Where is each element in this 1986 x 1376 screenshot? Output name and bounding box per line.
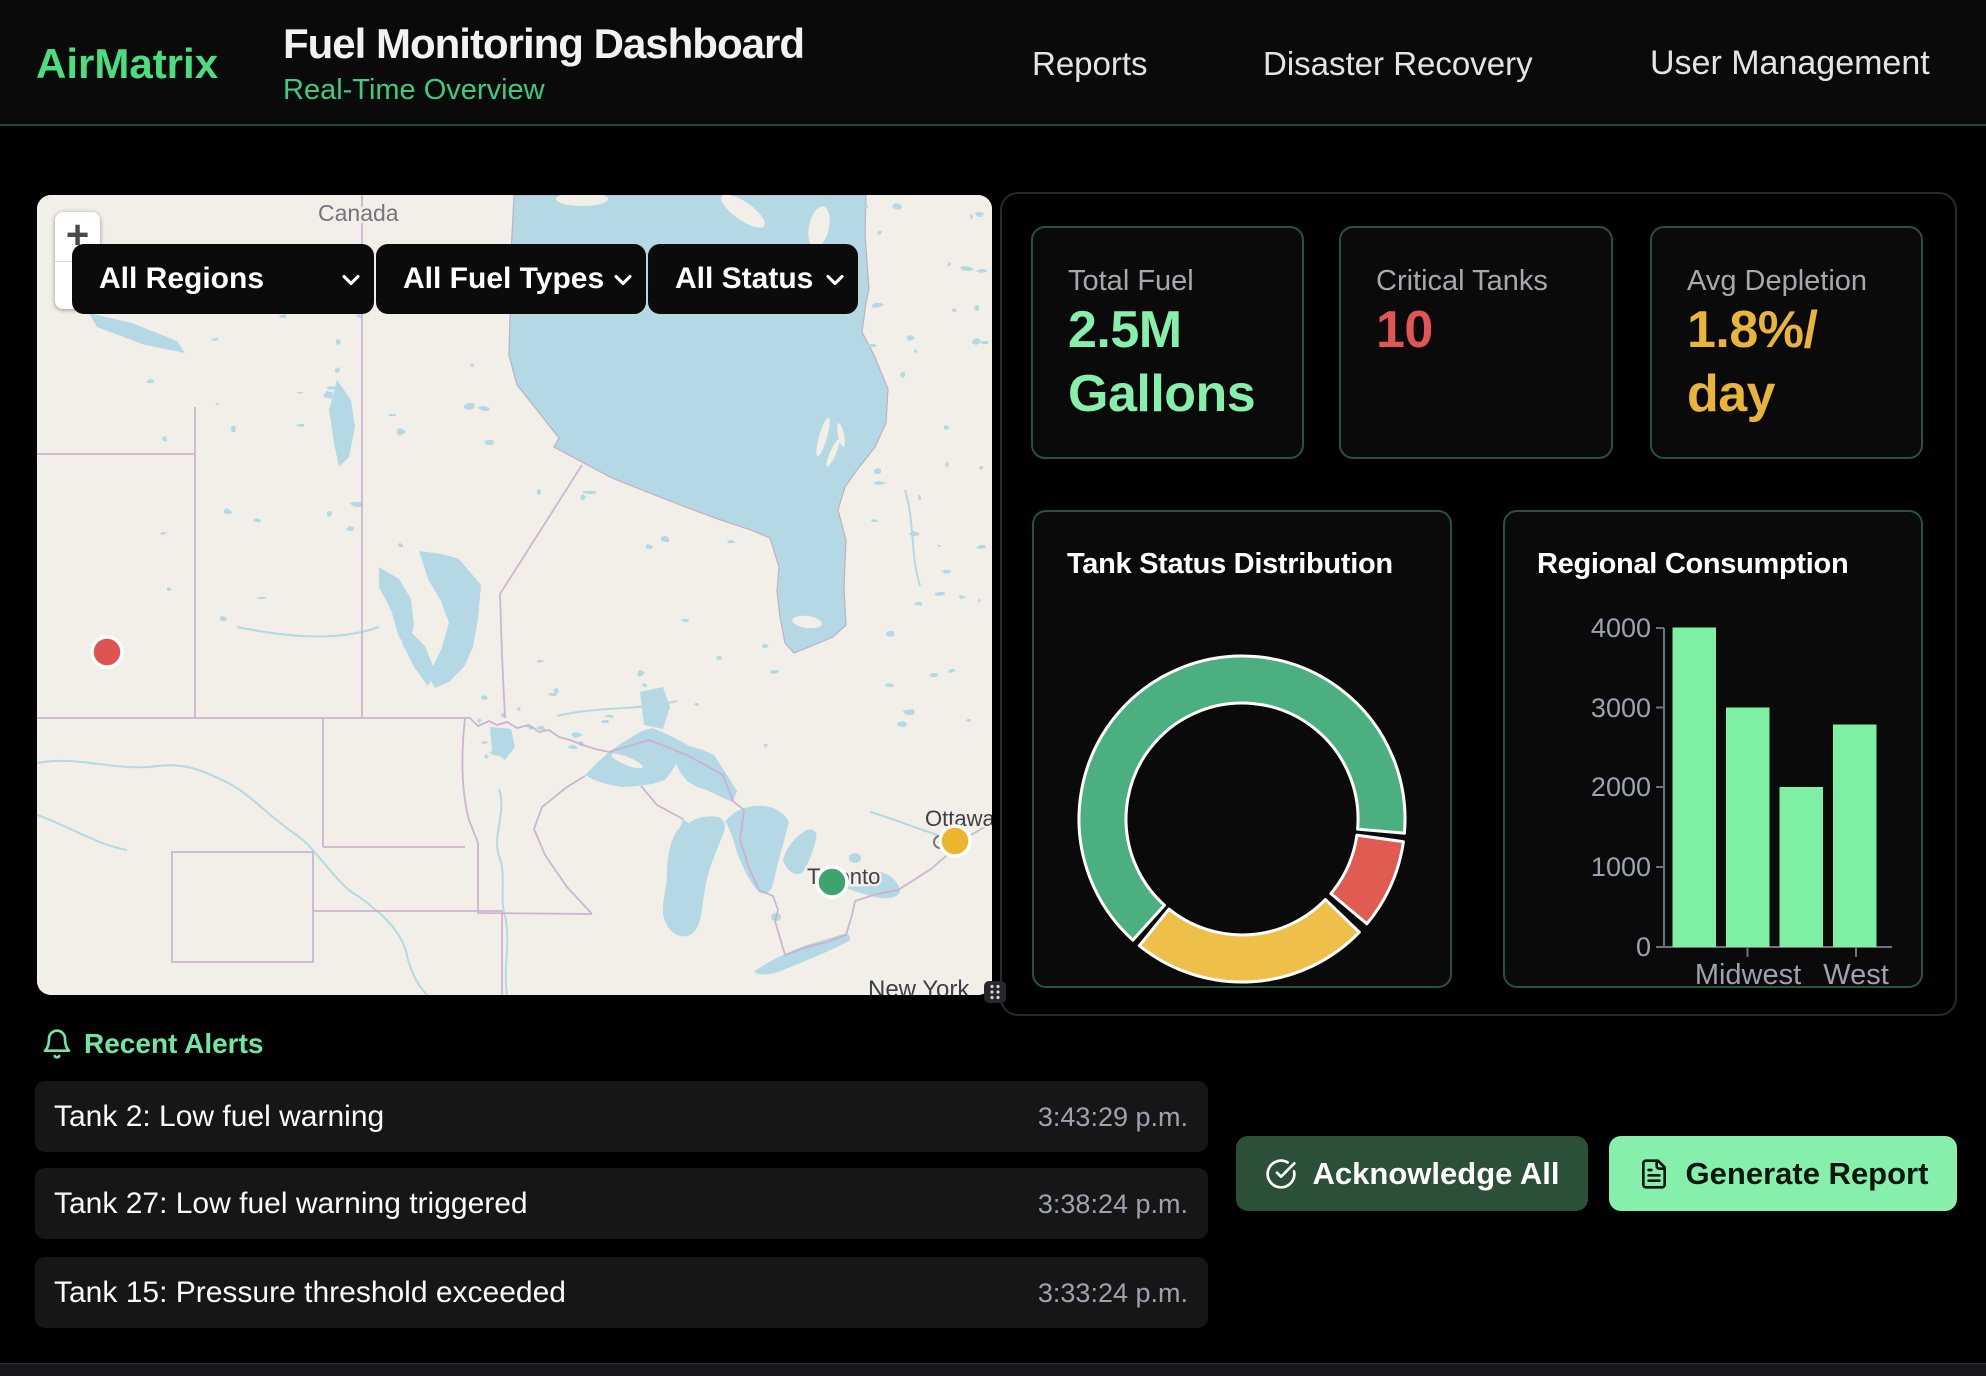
svg-text:West: West — [1823, 959, 1889, 990]
svg-text:2000: 2000 — [1591, 772, 1651, 802]
svg-text:Midwest: Midwest — [1695, 959, 1801, 990]
svg-text:Canada: Canada — [318, 200, 399, 226]
svg-text:3000: 3000 — [1591, 693, 1651, 723]
svg-text:1000: 1000 — [1591, 852, 1651, 882]
svg-text:0: 0 — [1636, 932, 1651, 962]
svg-text:4000: 4000 — [1591, 613, 1651, 643]
svg-text:New York: New York — [868, 976, 970, 995]
